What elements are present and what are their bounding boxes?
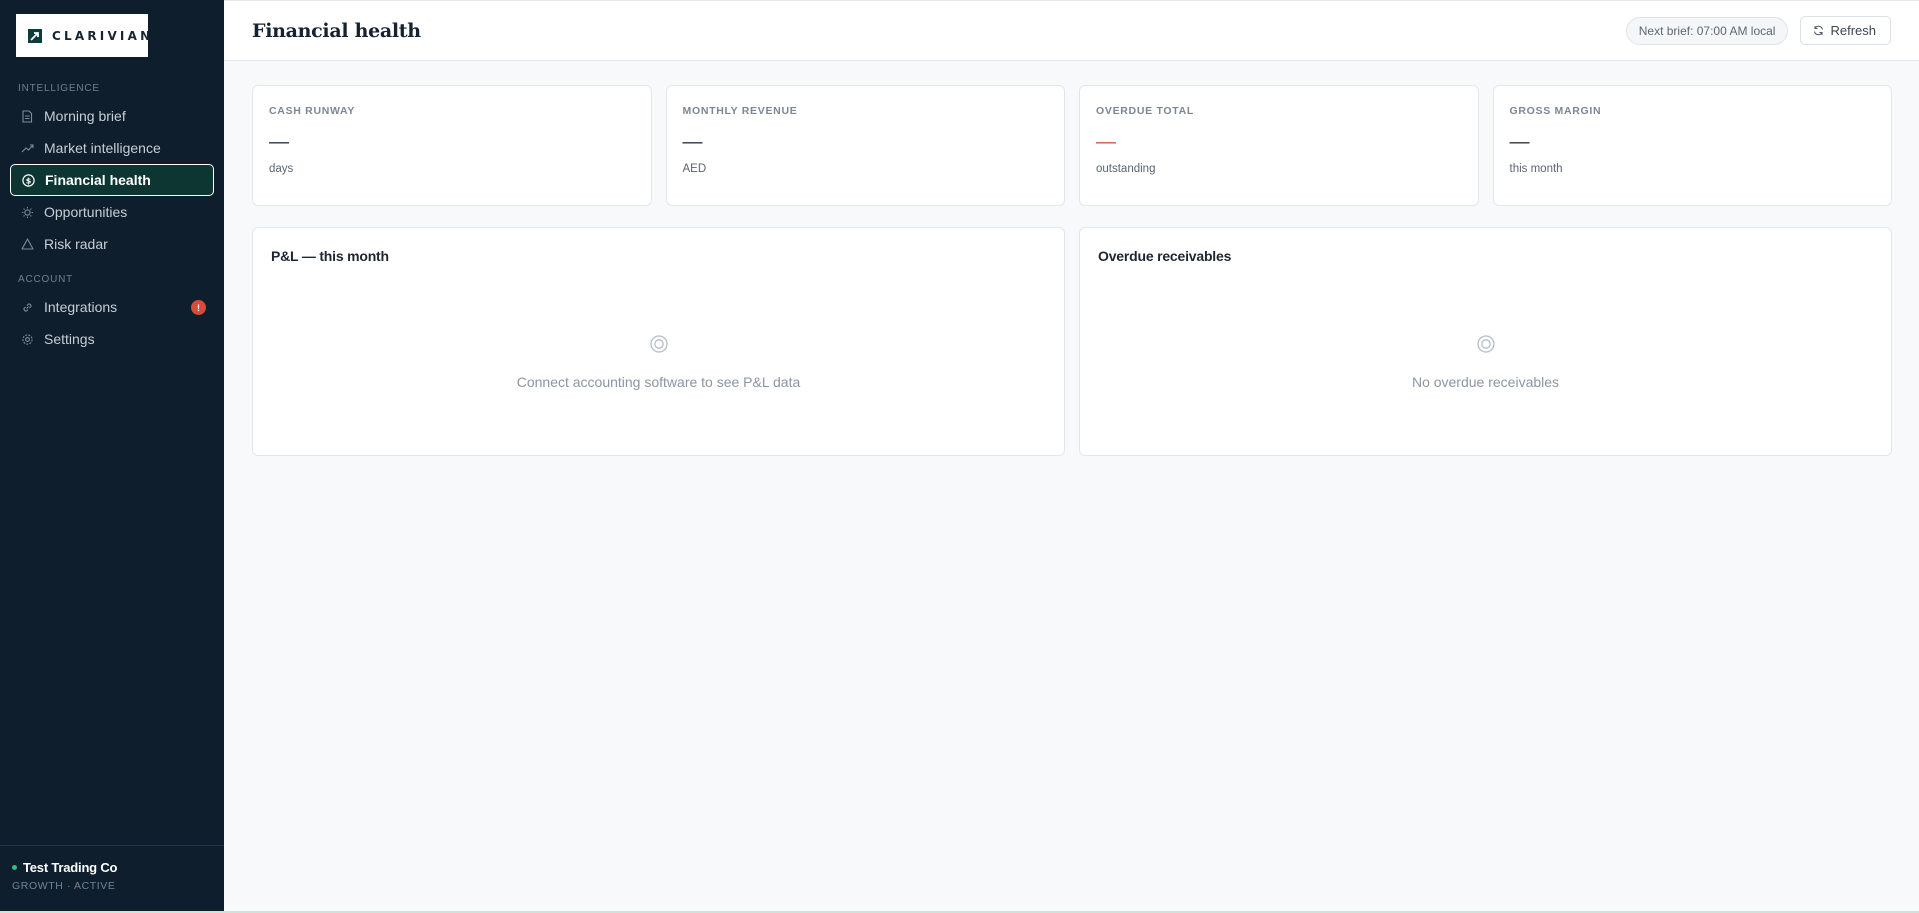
sidebar-item-risk-radar[interactable]: Risk radar — [10, 228, 214, 260]
svg-text:$: $ — [25, 176, 31, 185]
stat-sub: days — [269, 163, 294, 175]
sidebar-item-financial-health[interactable]: $ Financial health — [10, 164, 214, 196]
nav-intelligence: Morning brief Market intelligence $ Fina… — [0, 100, 224, 260]
page-content: CASH RUNWAY — days MONTHLY REVENUE — AED… — [224, 61, 1919, 456]
sidebar-item-label: Opportunities — [44, 204, 128, 220]
refresh-label: Refresh — [1830, 23, 1876, 38]
panels: P&L — this month Connect accounting soft… — [252, 227, 1892, 456]
warning-triangle-icon — [20, 237, 34, 251]
stat-card-monthly-revenue: MONTHLY REVENUE — AED — [665, 85, 1065, 206]
lightbulb-icon — [20, 205, 34, 219]
sidebar-item-opportunities[interactable]: Opportunities — [10, 196, 214, 228]
stat-value: — — [1509, 131, 1530, 153]
stat-sub: this month — [1509, 163, 1563, 175]
sidebar-item-settings[interactable]: Settings — [10, 323, 214, 355]
sidebar-item-label: Risk radar — [44, 236, 108, 252]
gear-icon — [20, 332, 34, 346]
stat-value: — — [269, 131, 289, 153]
section-label-account: ACCOUNT — [18, 274, 74, 285]
sidebar-item-market-intelligence[interactable]: Market intelligence — [10, 132, 214, 164]
dollar-circle-icon: $ — [21, 173, 35, 187]
refresh-button[interactable]: Refresh — [1800, 16, 1891, 45]
empty-state-icon — [649, 335, 668, 353]
sidebar-item-label: Settings — [44, 331, 95, 347]
stat-value: — — [1096, 131, 1116, 153]
stat-label: CASH RUNWAY — [269, 105, 356, 117]
empty-state: No overdue receivables — [1080, 334, 1891, 390]
org-switcher[interactable]: Test Trading Co GROWTH · ACTIVE — [0, 845, 224, 911]
trend-up-icon — [20, 141, 34, 155]
nav-account: Integrations ! Settings — [0, 291, 224, 355]
brand-name: CLARIVIAN — [52, 28, 154, 43]
stat-card-cash-runway: CASH RUNWAY — days — [252, 85, 652, 206]
stat-label: GROSS MARGIN — [1509, 105, 1602, 117]
sidebar-item-morning-brief[interactable]: Morning brief — [10, 100, 214, 132]
empty-state-icon — [1476, 335, 1495, 353]
org-plan: GROWTH · ACTIVE — [12, 880, 116, 892]
status-dot-icon — [12, 865, 17, 870]
alert-badge: ! — [191, 300, 206, 315]
stat-card-overdue-total: OVERDUE TOTAL — outstanding — [1079, 85, 1479, 206]
empty-state: Connect accounting software to see P&L d… — [253, 334, 1064, 390]
panel-title: P&L — this month — [271, 248, 389, 264]
empty-state-text: No overdue receivables — [1411, 374, 1560, 390]
org-name: Test Trading Co — [23, 860, 118, 875]
stat-label: MONTHLY REVENUE — [682, 105, 798, 117]
empty-state-text: Connect accounting software to see P&L d… — [516, 374, 801, 390]
topbar-actions: Next brief: 07:00 AM local Refresh — [1625, 16, 1891, 45]
stat-label: OVERDUE TOTAL — [1096, 105, 1194, 117]
panel-title: Overdue receivables — [1098, 248, 1232, 264]
stat-value: — — [682, 131, 703, 153]
stat-card-gross-margin: GROSS MARGIN — this month — [1492, 85, 1892, 206]
sidebar: CLARIVIAN INTELLIGENCE Morning brief Mar… — [0, 0, 224, 911]
pnl-panel: P&L — this month Connect accounting soft… — [252, 227, 1065, 456]
brand-logo[interactable]: CLARIVIAN — [16, 14, 150, 57]
page-title: Financial health — [252, 19, 421, 42]
main-area: Financial health Next brief: 07:00 AM lo… — [224, 0, 1919, 911]
link-icon — [20, 300, 34, 314]
next-brief-pill: Next brief: 07:00 AM local — [1625, 16, 1789, 45]
overdue-receivables-panel: Overdue receivables No overdue receivabl… — [1079, 227, 1892, 456]
sidebar-item-label: Financial health — [45, 172, 151, 188]
sidebar-item-label: Market intelligence — [44, 140, 161, 156]
stat-sub: outstanding — [1096, 163, 1156, 175]
app-shell: CLARIVIAN INTELLIGENCE Morning brief Mar… — [0, 0, 1919, 913]
sidebar-item-label: Integrations — [44, 299, 118, 315]
stat-cards: CASH RUNWAY — days MONTHLY REVENUE — AED… — [252, 85, 1892, 206]
stat-sub: AED — [682, 163, 707, 175]
sidebar-item-label: Morning brief — [44, 108, 126, 124]
org-name-row: Test Trading Co — [12, 860, 224, 875]
section-label-intelligence: INTELLIGENCE — [18, 83, 100, 94]
logo-arrow-icon — [28, 28, 42, 43]
topbar: Financial health Next brief: 07:00 AM lo… — [224, 0, 1919, 61]
refresh-icon — [1814, 25, 1824, 36]
sidebar-item-integrations[interactable]: Integrations ! — [10, 291, 214, 323]
document-icon — [20, 109, 34, 123]
